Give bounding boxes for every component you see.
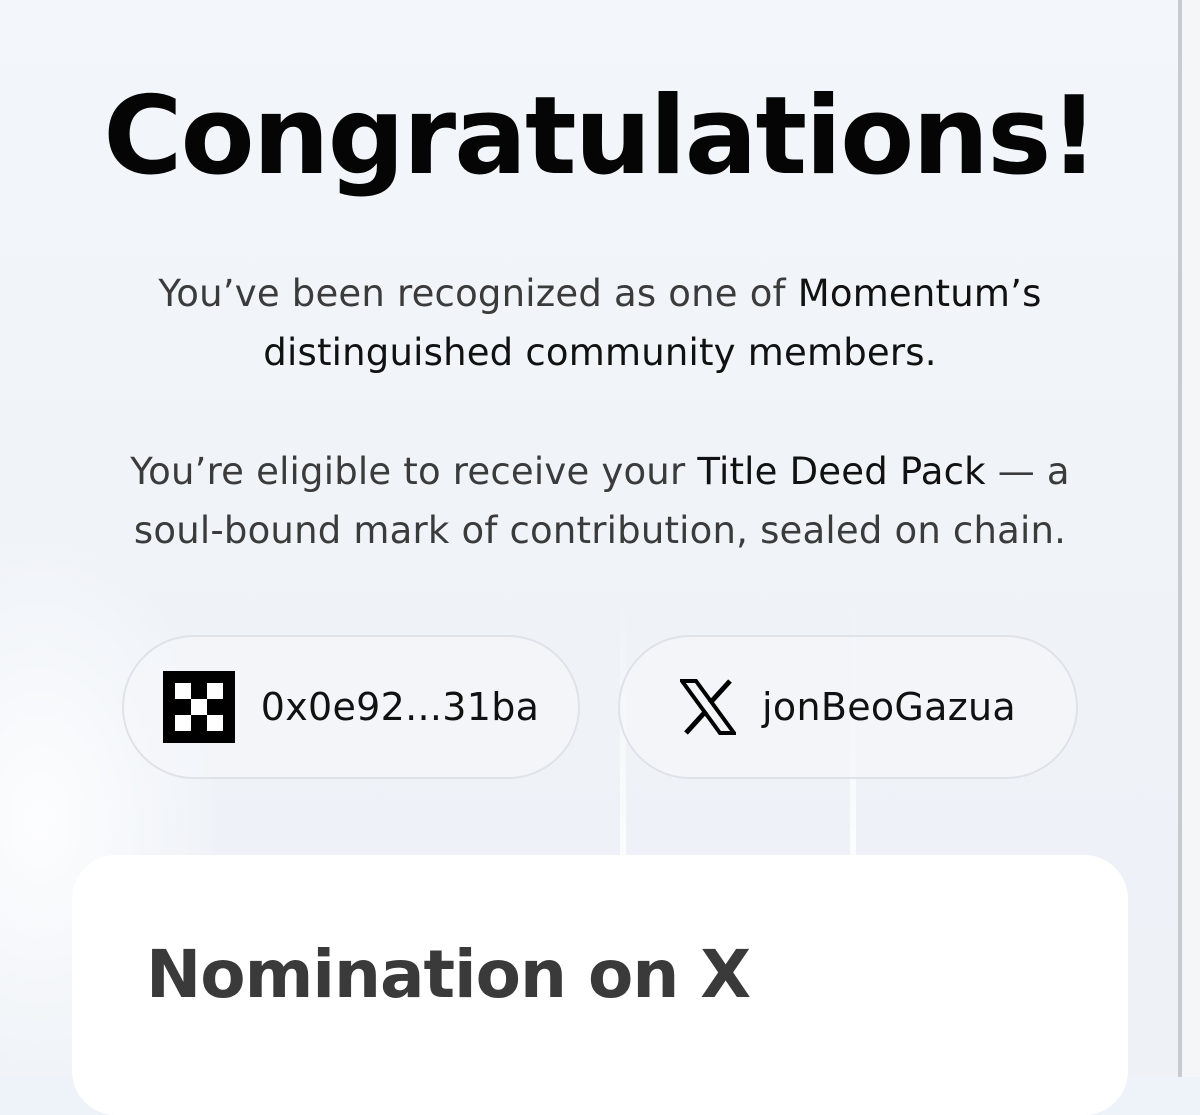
x-handle-label: jonBeoGazua: [762, 685, 1016, 729]
wallet-address-label: 0x0e92...31ba: [260, 685, 540, 729]
wallet-address-pill[interactable]: 0x0e92...31ba: [122, 635, 580, 779]
eligibility-pack-name: Title Deed Pack: [697, 450, 986, 493]
x-account-pill[interactable]: jonBeoGazua: [618, 635, 1078, 779]
eligibility-text: You’re eligible to receive your Title De…: [0, 442, 1200, 560]
page-title: Congratulations!: [103, 74, 1098, 199]
recognition-project-name: Momentum’s: [797, 272, 1042, 315]
nomination-card-title: Nomination on X: [146, 936, 751, 1013]
eligibility-text-line2: soul-bound mark of contribution, sealed …: [133, 509, 1067, 552]
eligibility-text-prefix: You’re eligible to receive your: [130, 450, 698, 493]
recognition-text: You’ve been recognized as one of Momentu…: [0, 264, 1200, 382]
recognition-text-line2: distinguished community members.: [263, 331, 937, 374]
okx-icon: [162, 671, 235, 743]
recognition-text-prefix: You’ve been recognized as one of: [158, 272, 798, 315]
eligibility-text-suffix: — a: [985, 450, 1070, 493]
x-icon: [680, 679, 737, 735]
